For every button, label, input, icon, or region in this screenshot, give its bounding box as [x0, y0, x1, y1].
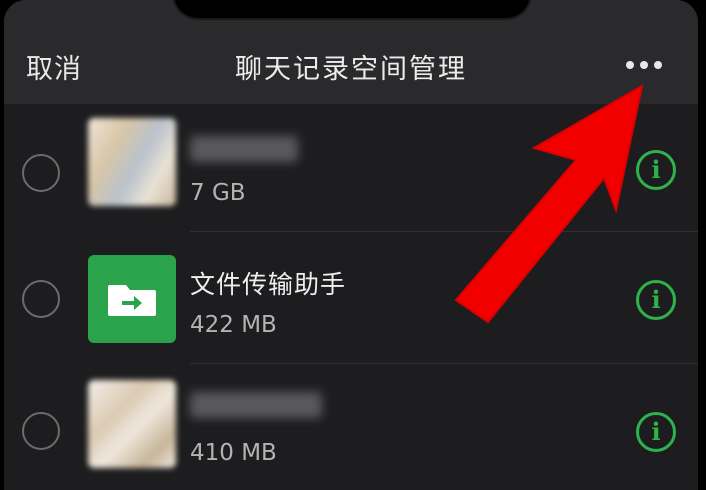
phone-frame: 取消 聊天记录空间管理 7 GB i 文件传输助手 422 MB i 410 M…	[0, 0, 706, 490]
info-icon[interactable]: i	[636, 412, 676, 452]
select-radio[interactable]	[22, 154, 60, 192]
more-options-button[interactable]	[626, 58, 666, 72]
select-radio[interactable]	[22, 280, 60, 318]
storage-size: 410 MB	[190, 440, 277, 466]
list-item[interactable]: 7 GB i	[4, 104, 698, 232]
folder-transfer-icon	[88, 255, 176, 343]
folder-icon	[108, 285, 156, 316]
more-horizontal-icon	[626, 61, 634, 69]
info-icon[interactable]: i	[636, 150, 676, 190]
device-notch	[172, 0, 532, 20]
select-radio[interactable]	[22, 412, 60, 450]
avatar	[88, 118, 176, 206]
more-horizontal-icon	[654, 61, 662, 69]
screen: 取消 聊天记录空间管理 7 GB i 文件传输助手 422 MB i 410 M…	[4, 0, 698, 490]
info-icon[interactable]: i	[636, 280, 676, 320]
list-item[interactable]: 410 MB i	[4, 364, 698, 490]
avatar	[88, 380, 176, 468]
blurred-chat-name	[190, 392, 322, 418]
list-item[interactable]: 文件传输助手 422 MB i	[4, 232, 698, 364]
chat-name: 文件传输助手	[190, 270, 347, 299]
more-horizontal-icon	[640, 61, 648, 69]
chat-storage-list: 7 GB i 文件传输助手 422 MB i 410 MB i	[4, 104, 698, 490]
storage-size: 422 MB	[190, 312, 277, 338]
blurred-chat-name	[190, 136, 298, 162]
storage-size: 7 GB	[190, 180, 246, 206]
page-title: 聊天记录空间管理	[235, 54, 467, 85]
